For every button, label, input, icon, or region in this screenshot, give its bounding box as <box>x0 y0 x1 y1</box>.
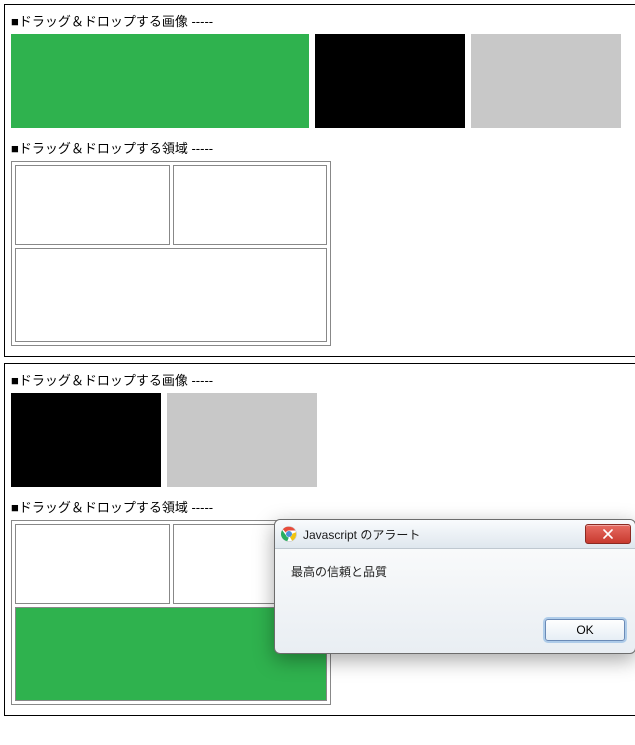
swatch-grey[interactable] <box>471 34 621 128</box>
alert-dialog: Javascript のアラート 最高の信頼と品質 OK <box>274 519 635 654</box>
close-button[interactable] <box>585 524 631 544</box>
swatch-grey[interactable] <box>167 393 317 487</box>
alert-title: Javascript のアラート <box>303 526 420 543</box>
images-section-title: ■ドラッグ＆ドロップする画像 ----- <box>11 370 632 389</box>
drop-cell-top-right[interactable] <box>173 165 328 245</box>
images-section-title: ■ドラッグ＆ドロップする画像 ----- <box>11 11 632 30</box>
drop-area-grid <box>11 161 331 346</box>
alert-message: 最高の信頼と品質 <box>275 549 635 615</box>
ok-button[interactable]: OK <box>545 619 625 641</box>
drop-cell-bottom[interactable] <box>15 248 327 342</box>
areas-section-title: ■ドラッグ＆ドロップする領域 ----- <box>11 138 632 157</box>
swatch-black[interactable] <box>11 393 161 487</box>
alert-titlebar[interactable]: Javascript のアラート <box>275 520 635 549</box>
drop-cell-top-left[interactable] <box>15 165 170 245</box>
close-icon <box>603 529 613 539</box>
draggable-swatch-row <box>11 393 632 487</box>
draggable-swatch-row <box>11 34 632 128</box>
swatch-green[interactable] <box>11 34 309 128</box>
drop-cell-top-left[interactable] <box>15 524 170 604</box>
swatch-black[interactable] <box>315 34 465 128</box>
page-root: ■ドラッグ＆ドロップする画像 ----- ■ドラッグ＆ドロップする領域 ----… <box>4 4 635 716</box>
areas-section-title: ■ドラッグ＆ドロップする領域 ----- <box>11 497 632 516</box>
panel-before: ■ドラッグ＆ドロップする画像 ----- ■ドラッグ＆ドロップする領域 ----… <box>4 4 635 357</box>
chrome-icon <box>281 526 297 542</box>
